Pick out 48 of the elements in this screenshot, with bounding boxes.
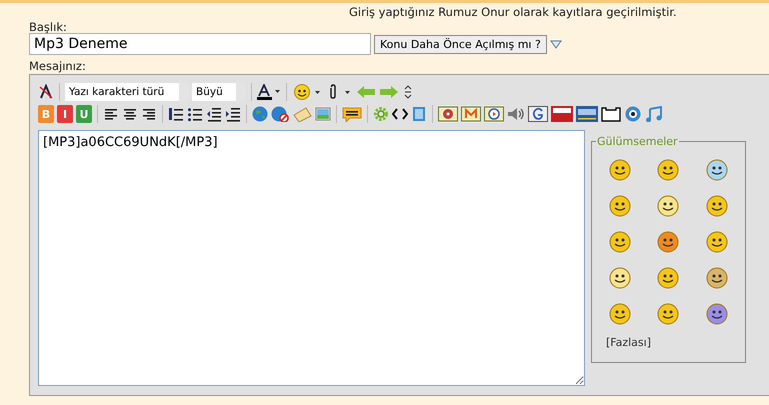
smiley-icon[interactable] [656, 302, 680, 326]
media-icon[interactable] [484, 106, 504, 122]
align-center-icon[interactable] [122, 106, 138, 122]
smiley-icon[interactable] [704, 158, 729, 182]
smiley-icon[interactable] [608, 194, 632, 218]
outdent-icon[interactable] [206, 106, 222, 122]
smiley-icon[interactable] [704, 302, 729, 326]
g-tile-icon[interactable] [528, 106, 548, 122]
smiley-icon[interactable] [656, 266, 680, 290]
font-select[interactable]: Yazı karakteri türü [65, 83, 189, 101]
code-icon[interactable] [392, 106, 408, 122]
indent-icon[interactable] [225, 106, 241, 122]
media-icon[interactable] [438, 106, 458, 122]
remove-format-icon[interactable] [38, 84, 54, 100]
frame-icon[interactable] [601, 106, 621, 122]
format-button[interactable]: I [57, 105, 73, 123]
smiley-menu-icon[interactable] [292, 84, 322, 100]
title-label: Başlık: [29, 20, 68, 33]
message-field[interactable]: [MP3]a06CC69UNdK[/MP3] [38, 130, 585, 386]
smiley-icon[interactable] [608, 230, 632, 254]
media-icon[interactable] [461, 106, 481, 122]
dropdown-icon[interactable] [550, 40, 562, 48]
message-label: Mesajınız: [29, 59, 87, 72]
smiley-icon[interactable] [656, 158, 680, 182]
numbered-list-icon[interactable] [168, 106, 184, 122]
smiley-icon[interactable] [656, 230, 680, 254]
smiley-icon[interactable] [608, 266, 632, 290]
size-select[interactable]: Büyü [192, 83, 246, 101]
speech-bubble-icon[interactable] [342, 106, 362, 122]
globe-icon[interactable] [252, 106, 268, 122]
more-smilies-link[interactable]: [Fazlası] [606, 336, 741, 349]
smiley-icon[interactable] [704, 266, 729, 290]
bullet-list-icon[interactable] [187, 106, 203, 122]
smiley-icon[interactable] [608, 302, 632, 326]
smiley-icon[interactable] [656, 194, 680, 218]
smilies-title: Gülümsemeler [596, 135, 679, 148]
smiley-icon[interactable] [704, 230, 729, 254]
font-color-icon[interactable] [257, 84, 281, 100]
smiley-icon[interactable] [704, 194, 729, 218]
image-icon[interactable] [315, 106, 331, 122]
align-left-icon[interactable] [103, 106, 119, 122]
align-right-icon[interactable] [141, 106, 157, 122]
check-topic-button[interactable]: Konu Daha Önce Açılmış mı ? [374, 34, 547, 54]
smiley-icon[interactable] [608, 158, 632, 182]
expand-icon[interactable] [402, 84, 414, 100]
login-notice: Giriş yaptığınız Rumuz Onur olarak kayıtlara geçirilmiştir. [349, 5, 678, 19]
unlink-globe-icon[interactable] [271, 106, 289, 122]
title-field[interactable]: Mp3 Deneme [29, 33, 371, 55]
